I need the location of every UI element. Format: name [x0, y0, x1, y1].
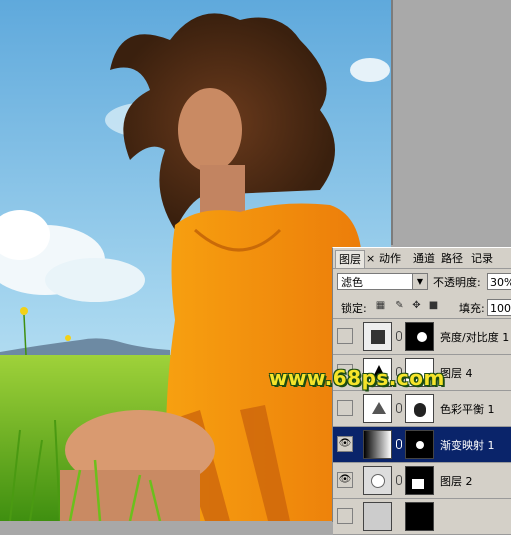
canvas-background — [391, 0, 511, 245]
layer-row[interactable]: 色彩平衡 1 — [333, 391, 511, 427]
chevron-down-icon[interactable]: ▼ — [412, 274, 427, 289]
layer-name: 渐变映射 1 — [440, 439, 495, 452]
mask-thumbnail[interactable] — [405, 394, 434, 423]
tab-layers[interactable]: 图层 — [335, 250, 365, 268]
tab-actions[interactable]: 动作 — [379, 250, 401, 267]
blend-row: 滤色 ▼ 不透明度: 30% — [333, 270, 511, 294]
layer-row-selected[interactable]: 👁 渐变映射 1 — [333, 427, 511, 463]
layer-thumbnail — [363, 502, 392, 531]
eye-icon[interactable]: 👁 — [337, 472, 353, 488]
mask-thumbnail[interactable] — [405, 466, 434, 495]
fill-input[interactable]: 100% — [487, 299, 511, 316]
blend-mode-select[interactable]: 滤色 ▼ — [337, 273, 428, 290]
watermark-text: www.68ps.com — [269, 366, 445, 390]
lock-move-icon[interactable]: ✥ — [411, 300, 422, 311]
visibility-toggle[interactable] — [337, 400, 353, 416]
visibility-toggle[interactable] — [337, 328, 353, 344]
link-icon — [396, 331, 402, 341]
adjustment-thumbnail — [363, 394, 392, 423]
lock-brush-icon[interactable]: ✎ — [394, 300, 405, 311]
canvas-edge — [391, 0, 393, 245]
tab-channels[interactable]: 通道 — [413, 250, 435, 267]
link-icon — [396, 439, 402, 449]
tab-paths[interactable]: 路径 — [441, 250, 463, 267]
blend-mode-value: 滤色 — [341, 276, 363, 289]
lock-row: 锁定: ▦ ✎ ✥ ■ 填充: 100% — [333, 296, 511, 319]
mask-thumbnail[interactable] — [405, 502, 434, 531]
adjustment-thumbnail — [363, 322, 392, 351]
visibility-toggle[interactable] — [337, 508, 353, 524]
link-icon — [396, 475, 402, 485]
lock-transparent-icon[interactable]: ▦ — [375, 300, 386, 311]
layer-thumbnail — [363, 466, 392, 495]
mask-thumbnail[interactable] — [405, 430, 434, 459]
gradient-map-thumbnail — [363, 430, 392, 459]
layer-row[interactable]: 👁 图层 2 — [333, 463, 511, 499]
layer-name: 色彩平衡 1 — [440, 403, 495, 416]
close-icon[interactable]: × — [366, 250, 375, 267]
lock-all-icon[interactable]: ■ — [428, 300, 439, 311]
tab-history[interactable]: 记录 — [471, 250, 493, 267]
opacity-label: 不透明度: — [433, 276, 481, 289]
lock-label: 锁定: — [341, 302, 367, 315]
layer-name: 图层 2 — [440, 475, 473, 488]
eye-icon[interactable]: 👁 — [337, 436, 353, 452]
fill-label: 填充: — [459, 302, 485, 315]
panel-tabs: 图层 × 动作 通道 路径 记录 — [333, 248, 511, 269]
layer-row[interactable]: 亮度/对比度 1 — [333, 319, 511, 355]
opacity-input[interactable]: 30% — [487, 273, 511, 290]
layer-row-partial[interactable] — [333, 499, 511, 535]
link-icon — [396, 403, 402, 413]
mask-thumbnail[interactable] — [405, 322, 434, 351]
layer-name: 亮度/对比度 1 — [440, 331, 510, 344]
